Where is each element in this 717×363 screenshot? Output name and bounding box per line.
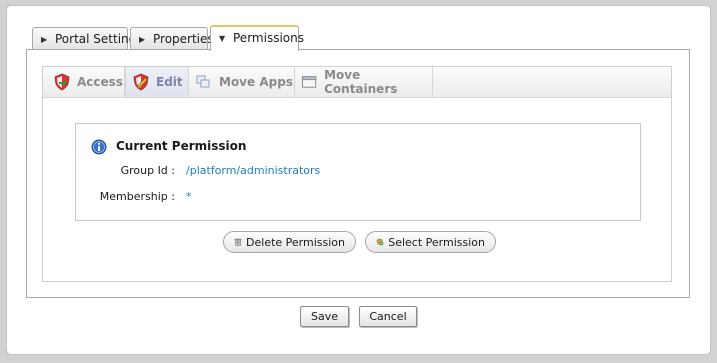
delete-permission-button[interactable]: Delete Permission	[223, 231, 356, 253]
current-permission-title: Current Permission	[116, 139, 247, 153]
button-label: Select Permission	[388, 235, 485, 249]
trash-icon	[234, 238, 242, 246]
permission-content: Access Edit Move Apps Move Containers Cu…	[42, 66, 672, 282]
shield-arrow-icon	[54, 73, 70, 91]
subtab-access[interactable]: Access	[47, 67, 125, 97]
button-label: Delete Permission	[246, 235, 345, 249]
subtab-label: Edit	[156, 75, 183, 89]
tab-label: Permissions	[233, 31, 304, 45]
cancel-button[interactable]: Cancel	[359, 306, 417, 327]
group-id-value: /platform/administrators	[186, 164, 321, 177]
info-icon	[91, 139, 107, 155]
membership-value: *	[186, 190, 192, 203]
shield-add-icon	[376, 238, 384, 246]
move-apps-icon	[196, 75, 210, 88]
tab-label: Properties	[153, 32, 214, 46]
select-permission-button[interactable]: Select Permission	[365, 231, 496, 253]
subtab-label: Move Containers	[324, 68, 398, 96]
current-permission-box: Current Permission Group Id : /platform/…	[75, 123, 641, 221]
shield-pencil-icon	[133, 73, 149, 91]
window-icon	[301, 76, 317, 88]
membership-label: Membership :	[99, 190, 175, 203]
caret-right-icon: ▶	[139, 35, 146, 44]
tab-label: Portal Setting	[55, 32, 137, 46]
subtab-edit[interactable]: Edit	[125, 67, 189, 97]
permissions-panel: Access Edit Move Apps Move Containers Cu…	[26, 49, 690, 298]
caret-right-icon: ▶	[41, 35, 48, 44]
tab-properties[interactable]: ▶ Properties	[130, 27, 214, 50]
subtab-move-containers[interactable]: Move Containers	[295, 67, 433, 97]
tab-permissions[interactable]: ▼ Permissions	[210, 25, 304, 51]
permission-subtabs: Access Edit Move Apps Move Containers	[43, 67, 671, 98]
tab-portal-setting[interactable]: ▶ Portal Setting	[32, 27, 136, 50]
group-id-label: Group Id :	[120, 164, 175, 177]
save-button[interactable]: Save	[300, 306, 349, 327]
subtab-label: Move Apps	[219, 75, 293, 89]
subtab-move-apps[interactable]: Move Apps	[189, 67, 295, 97]
caret-down-icon: ▼	[219, 34, 226, 43]
subtab-label: Access	[77, 75, 123, 89]
